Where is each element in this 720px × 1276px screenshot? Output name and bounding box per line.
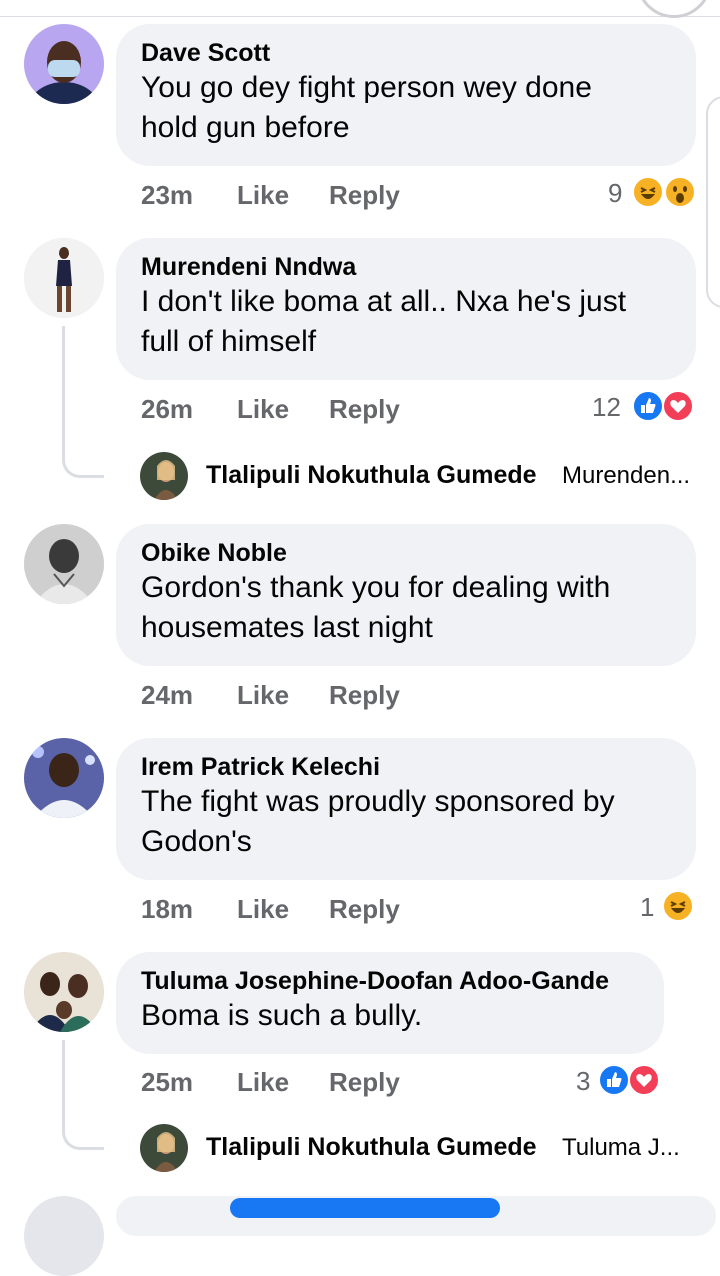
love-icon [662,390,694,422]
edge-panel [706,96,720,308]
comment-bubble: Murendeni Nndwa I don't like boma at all… [116,238,696,380]
reply-button[interactable]: Reply [329,180,400,211]
reaction-summary[interactable]: 3 [574,1064,668,1100]
reaction-summary[interactable]: 12 [592,390,700,426]
reply-snippet: Tuluma J... [562,1134,680,1161]
comment-bubble: Dave Scott You go dey fight person wey d… [116,24,696,166]
love-icon [628,1064,660,1096]
avatar[interactable] [24,524,104,604]
avatar[interactable] [24,24,104,104]
avatar[interactable] [24,738,104,818]
like-button[interactable]: Like [237,394,289,425]
comment-time[interactable]: 26m [141,394,193,425]
reply-button[interactable]: Reply [329,894,400,925]
comment-bubble: Obike Noble Gordon's thank you for deali… [116,524,696,666]
comment-bubble: Irem Patrick Kelechi The fight was proud… [116,738,696,880]
commenter-name[interactable]: Dave Scott [141,38,672,68]
like-button[interactable]: Like [237,894,289,925]
comment-time[interactable]: 25m [141,1067,193,1098]
avatar[interactable] [24,1196,104,1276]
comment-text: I don't like boma at all.. Nxa he's just… [141,285,627,358]
comment-actions: 23m Like Reply [141,180,441,216]
avatar[interactable] [24,952,104,1032]
reaction-summary[interactable]: 1 [636,890,700,926]
reaction-count: 3 [576,1066,591,1096]
thread-line [62,1040,104,1150]
like-button[interactable]: Like [237,180,289,211]
comment-actions: 25m Like Reply [141,1067,441,1103]
comment-actions: 18m Like Reply [141,894,441,930]
comment-text: The fight was proudly sponsored by Godon… [141,785,615,858]
comment-actions: 26m Like Reply [141,394,441,430]
reply-avatar[interactable] [140,452,188,500]
comment-actions: 24m Like Reply [141,680,441,716]
reaction-summary[interactable]: 9 [604,176,700,212]
comment-time[interactable]: 24m [141,680,193,711]
reply-author[interactable]: Tlalipuli Nokuthula Gumede [206,1133,537,1162]
reaction-count: 12 [592,392,621,422]
like-button[interactable]: Like [237,1067,289,1098]
comment-text: You go dey fight person wey done hold gu… [141,71,592,144]
wow-icon [664,176,696,208]
like-icon [598,1064,630,1096]
laugh-icon [632,176,664,208]
reply-snippet: Murenden... [562,462,691,489]
reply-button[interactable]: Reply [329,680,400,711]
thread-line [62,326,104,478]
reply-avatar[interactable] [140,1124,188,1172]
commenter-name[interactable]: Tuluma Josephine-Doofan Adoo-Gande [141,966,640,996]
like-button[interactable]: Like [237,680,289,711]
reply-preview[interactable]: Tlalipuli Nokuthula Gumede Tuluma J... [140,1124,700,1172]
reply-preview[interactable]: Tlalipuli Nokuthula Gumede Murenden... [140,452,700,500]
comment-time[interactable]: 18m [141,894,193,925]
new-comments-button[interactable] [230,1198,500,1218]
comment-text: Boma is such a bully. [141,999,423,1032]
reply-author[interactable]: Tlalipuli Nokuthula Gumede [206,461,537,490]
reaction-count: 1 [640,892,655,922]
reply-button[interactable]: Reply [329,1067,400,1098]
like-icon [632,390,664,422]
laugh-icon [662,890,694,922]
avatar[interactable] [24,238,104,318]
reply-button[interactable]: Reply [329,394,400,425]
comment-bubble: Tuluma Josephine-Doofan Adoo-Gande Boma … [116,952,664,1054]
top-divider [0,16,720,17]
comment-text: Gordon's thank you for dealing with hous… [141,571,611,644]
commenter-name[interactable]: Obike Noble [141,538,672,568]
comment-time[interactable]: 23m [141,180,193,211]
reaction-count: 9 [608,178,623,208]
commenter-name[interactable]: Irem Patrick Kelechi [141,752,672,782]
commenter-name[interactable]: Murendeni Nndwa [141,252,672,282]
